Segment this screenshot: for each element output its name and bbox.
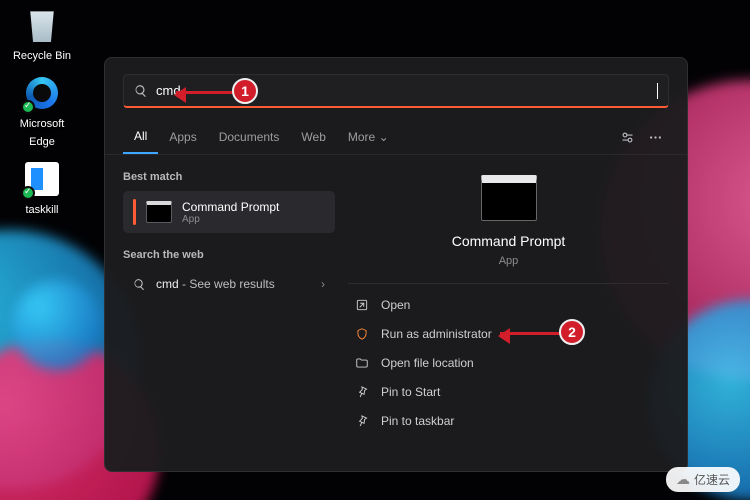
text-cursor [657,83,658,99]
action-pin-to-start[interactable]: Pin to Start [348,377,669,406]
results-left-pane: Best match Command Prompt App Search the… [105,155,343,460]
best-match-result[interactable]: Command Prompt App [123,191,335,233]
annotation-marker-2: 2 [559,319,585,345]
pin-icon [354,384,369,399]
tab-documents[interactable]: Documents [208,121,291,153]
tab-all[interactable]: All [123,120,158,154]
action-open[interactable]: Open [348,290,669,319]
recycle-bin-icon [28,8,56,42]
command-prompt-icon [481,175,537,221]
search-web-heading: Search the web [123,249,335,261]
web-suffix: - See web results [179,277,275,291]
divider [348,283,669,284]
tab-apps[interactable]: Apps [158,121,207,153]
search-filter-tabs: All Apps Documents Web More ⌄ [105,118,687,155]
desktop-icons: Recycle Bin Microsoft Edge taskkill [6,6,78,228]
result-title: Command Prompt [182,200,279,214]
selection-accent [133,199,136,225]
pin-icon [354,413,369,428]
search-icon [134,84,148,98]
desktop-icon-edge[interactable]: Microsoft Edge [6,74,78,150]
start-search-panel: All Apps Documents Web More ⌄ Best match… [104,57,688,472]
shortcut-badge-icon [21,186,35,200]
desktop-icon-taskkill[interactable]: taskkill [6,160,78,218]
shortcut-badge-icon [21,100,35,114]
annotation-marker-1: 1 [232,78,258,104]
command-prompt-icon [146,201,172,223]
more-options-button[interactable] [641,123,669,151]
result-detail-pane: Command Prompt App Open Run as administr… [343,155,687,460]
action-label: Open [381,298,410,312]
folder-icon [354,355,369,370]
action-label: Run as administrator [381,327,492,341]
annotation-arrow-1 [176,91,236,94]
desktop-icon-label: taskkill [25,204,58,216]
best-match-heading: Best match [123,171,335,183]
desktop-icon-recycle-bin[interactable]: Recycle Bin [6,6,78,64]
annotation-arrow-2 [500,332,560,335]
action-label: Open file location [381,356,474,370]
desktop-icon-label: Microsoft Edge [20,118,65,148]
chevron-down-icon: ⌄ [379,130,389,144]
shield-icon [354,326,369,341]
open-icon [354,297,369,312]
web-result-item[interactable]: cmd - See web results › [123,269,335,299]
chevron-right-icon: › [321,277,325,291]
result-subtitle: App [182,214,279,225]
tab-web[interactable]: Web [290,121,336,153]
action-pin-to-taskbar[interactable]: Pin to taskbar [348,406,669,435]
desktop-icon-label: Recycle Bin [13,50,71,62]
tab-more[interactable]: More ⌄ [337,121,400,153]
web-query: cmd [156,277,179,291]
action-open-file-location[interactable]: Open file location [348,348,669,377]
action-label: Pin to Start [381,385,440,399]
detail-title: Command Prompt [452,233,566,249]
watermark: 亿速云 [666,467,740,492]
search-icon [133,278,146,291]
detail-subtitle: App [499,255,519,267]
action-label: Pin to taskbar [381,414,454,428]
search-options-button[interactable] [613,123,641,151]
